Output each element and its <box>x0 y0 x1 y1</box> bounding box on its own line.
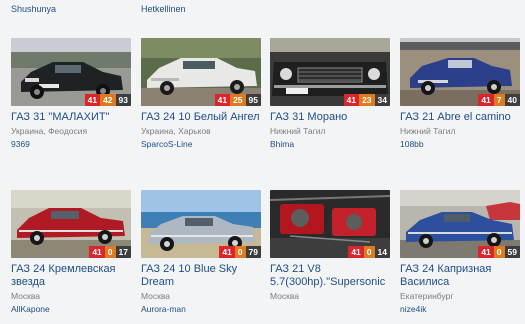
car-city: Москва <box>141 291 171 301</box>
photos-badge: 79 <box>245 246 261 258</box>
photos-badge: 17 <box>115 246 131 258</box>
car-card: 41 0 59 ГАЗ 24 Капризная Василиса Екатер… <box>400 190 520 315</box>
comments-badge: 25 <box>230 94 246 106</box>
car-title-link[interactable]: ГАЗ 24 10 Blue Sky Dream <box>141 263 261 289</box>
comments-badge: 23 <box>359 94 375 106</box>
stat-badges: 41 0 17 <box>89 246 131 258</box>
owner-link[interactable]: nize4ik <box>400 304 520 315</box>
rating-badge: 41 <box>478 94 494 106</box>
photos-badge: 93 <box>115 94 131 106</box>
comments-badge: 42 <box>100 94 116 106</box>
rating-badge: 41 <box>84 94 101 106</box>
car-title-link[interactable]: ГАЗ 31 "МАЛАХИТ" <box>11 111 131 124</box>
car-card: 41 0 79 ГАЗ 24 10 Blue Sky Dream Москва … <box>141 190 261 315</box>
stat-badges: 41 0 79 <box>219 246 261 258</box>
car-city: Нижний Тагил <box>270 126 326 136</box>
car-photo[interactable]: 41 7 40 <box>400 38 520 106</box>
car-card: 41 7 40 ГАЗ 21 Abre el camino Нижний Таг… <box>400 38 520 150</box>
stat-badges: 41 7 40 <box>478 94 520 106</box>
owner-link[interactable]: Bhima <box>270 139 390 150</box>
comments-badge: 7 <box>493 94 505 106</box>
car-title-link[interactable]: ГАЗ 24 Кремлевская звезда <box>11 263 131 289</box>
car-photo[interactable]: 41 25 95 <box>141 38 261 106</box>
stat-badges: 41 0 59 <box>478 246 520 258</box>
rating-badge: 41 <box>214 94 231 106</box>
car-photo[interactable]: 41 0 17 <box>11 190 131 258</box>
rating-badge: 41 <box>219 246 235 258</box>
car-photo[interactable]: 41 42 93 <box>11 38 131 106</box>
comments-badge: 0 <box>104 246 116 258</box>
car-title-link[interactable]: ГАЗ 21 V8 5.7(300hp)."Supersonic <box>270 263 390 289</box>
owner-link[interactable]: 108bb <box>400 139 520 150</box>
rating-badge: 41 <box>348 246 364 258</box>
car-card: 41 23 34 ГАЗ 31 Морано Нижний Тагил Bhim… <box>270 38 390 150</box>
stat-badges: 41 23 34 <box>343 94 390 106</box>
photos-badge: 34 <box>374 94 390 106</box>
car-grid: 41 42 93 ГАЗ 31 "МАЛАХИТ" Украина, Феодо… <box>0 0 525 324</box>
photos-badge: 14 <box>374 246 390 258</box>
stat-badges: 41 25 95 <box>214 94 261 106</box>
car-photo[interactable]: 41 0 14 <box>270 190 390 258</box>
car-city: Украина, Феодосия <box>11 126 88 136</box>
car-city: Нижний Тагил <box>400 126 456 136</box>
owner-link[interactable]: Aurora-man <box>141 304 261 315</box>
photos-badge: 59 <box>504 246 520 258</box>
car-title-link[interactable]: ГАЗ 24 10 Белый Ангел <box>141 111 261 124</box>
car-city: Екатеринбург <box>400 291 454 301</box>
car-title-link[interactable]: ГАЗ 21 Abre el camino <box>400 111 520 124</box>
rating-badge: 41 <box>89 246 105 258</box>
car-city: Москва <box>270 291 300 301</box>
car-title-link[interactable]: ГАЗ 24 Капризная Василиса <box>400 263 520 289</box>
comments-badge: 0 <box>363 246 375 258</box>
owner-link[interactable]: SparcoS-Line <box>141 139 261 150</box>
rating-badge: 41 <box>343 94 360 106</box>
stat-badges: 41 0 14 <box>348 246 390 258</box>
car-photo[interactable]: 41 0 59 <box>400 190 520 258</box>
car-city: Украина, Харьков <box>141 126 211 136</box>
comments-badge: 0 <box>493 246 505 258</box>
photos-badge: 95 <box>245 94 261 106</box>
car-photo[interactable]: 41 23 34 <box>270 38 390 106</box>
car-card: 41 0 14 ГАЗ 21 V8 5.7(300hp)."Supersonic… <box>270 190 390 304</box>
photos-badge: 40 <box>504 94 520 106</box>
stat-badges: 41 42 93 <box>84 94 131 106</box>
owner-link[interactable]: 9369 <box>11 139 131 150</box>
car-card: 41 0 17 ГАЗ 24 Кремлевская звезда Москва… <box>11 190 131 315</box>
rating-badge: 41 <box>478 246 494 258</box>
car-card: 41 25 95 ГАЗ 24 10 Белый Ангел Украина, … <box>141 38 261 150</box>
car-card: 41 42 93 ГАЗ 31 "МАЛАХИТ" Украина, Феодо… <box>11 38 131 150</box>
car-photo[interactable]: 41 0 79 <box>141 190 261 258</box>
owner-link[interactable]: AllKapone <box>11 304 131 315</box>
comments-badge: 0 <box>234 246 246 258</box>
car-city: Москва <box>11 291 41 301</box>
car-title-link[interactable]: ГАЗ 31 Морано <box>270 111 390 124</box>
